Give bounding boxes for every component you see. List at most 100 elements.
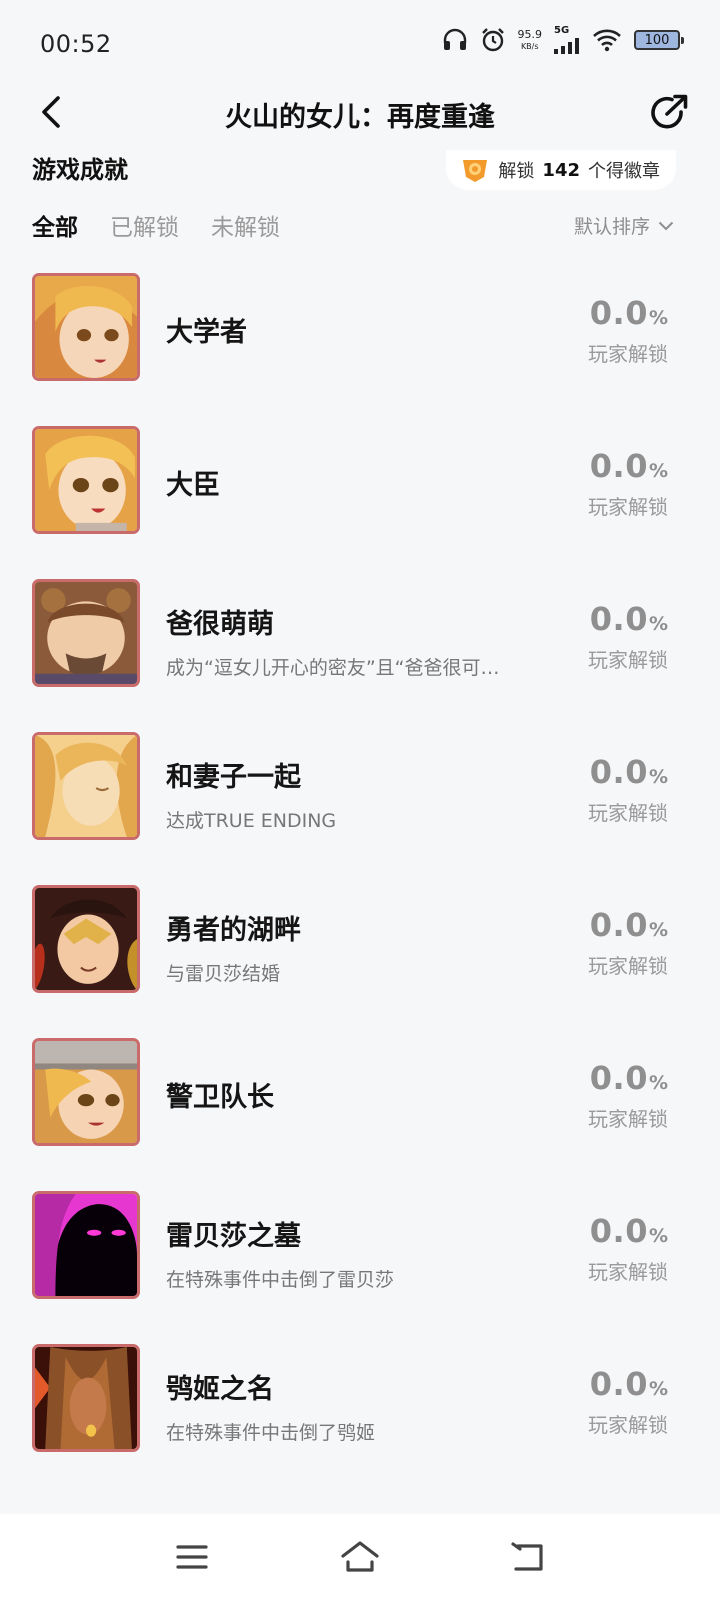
achievement-name: 勇者的湖畔 — [166, 915, 301, 946]
percent-sign: % — [648, 766, 668, 788]
achievement-desc: 与雷贝莎结婚 — [166, 963, 281, 985]
achievement-text: 雷贝莎之墓 在特殊事件中击倒了雷贝莎 — [166, 1214, 545, 1292]
badge-suffix: 个得徽章 — [588, 161, 660, 182]
section-title: 游戏成就 — [32, 156, 128, 184]
unlock-rate-value: 0.0 — [589, 1212, 648, 1250]
achievement-thumbnail — [32, 1038, 140, 1146]
achievement-name: 大臣 — [166, 470, 220, 501]
unlock-rate: 0.0% 玩家解锁 — [588, 294, 668, 367]
tab-unlocked[interactable]: 已解锁 — [110, 208, 179, 242]
achievement-text: 和妻子一起 达成TRUE ENDING — [166, 755, 545, 833]
achievement-list: 大学者 0.0% 玩家解锁 大臣 0.0% 玩家解锁 爸很萌萌 成为“逗女儿开心… — [0, 256, 720, 1480]
percent-sign: % — [648, 1225, 668, 1247]
unlock-rate-value: 0.0 — [589, 600, 648, 638]
achievement-thumbnail — [32, 273, 140, 381]
list-item[interactable]: 和妻子一起 达成TRUE ENDING 0.0% 玩家解锁 — [0, 715, 720, 868]
status-bar: 00:52 95.9 KB/s 5G 100 — [0, 0, 720, 80]
achievement-thumbnail — [32, 579, 140, 687]
page-title: 火山的女儿：再度重逢 — [225, 102, 495, 133]
badge-count: 142 — [542, 159, 580, 181]
achievement-text: 警卫队长 — [166, 1075, 545, 1114]
percent-sign: % — [648, 613, 668, 635]
percent-sign: % — [648, 1378, 668, 1400]
list-item[interactable]: 雷贝莎之墓 在特殊事件中击倒了雷贝莎 0.0% 玩家解锁 — [0, 1174, 720, 1327]
badge-summary[interactable]: 解锁 142 个得徽章 — [446, 150, 676, 190]
share-icon — [651, 94, 688, 129]
status-time: 00:52 — [40, 30, 112, 58]
nav-home-button[interactable] — [336, 1533, 384, 1581]
badge-prefix: 解锁 — [498, 161, 535, 182]
battery-level: 100 — [644, 32, 670, 48]
home-icon — [341, 1541, 379, 1572]
achievement-text: 大学者 — [166, 310, 545, 349]
net-speed: 95.9 KB/s — [518, 29, 543, 51]
achievement-thumbnail — [32, 1191, 140, 1299]
cellular-signal: 5G — [554, 26, 580, 54]
list-item[interactable]: 爸很萌萌 成为“逗女儿开心的密友”且“爸爸很可… 0.0% 玩家解锁 — [0, 562, 720, 715]
unlock-rate-value: 0.0 — [589, 447, 648, 485]
unlock-rate-label: 玩家解锁 — [588, 801, 668, 825]
achievement-name: 警卫队长 — [166, 1082, 274, 1113]
sort-dropdown[interactable]: 默认排序 — [574, 212, 674, 239]
unlock-rate: 0.0% 玩家解锁 — [588, 447, 668, 520]
alarm-icon — [480, 27, 506, 53]
list-item[interactable]: 勇者的湖畔 与雷贝莎结婚 0.0% 玩家解锁 — [0, 868, 720, 1021]
badge-icon — [463, 160, 488, 182]
achievement-text: 大臣 — [166, 463, 545, 502]
top-bar: 火山的女儿：再度重逢 — [0, 80, 720, 150]
tab-all[interactable]: 全部 — [32, 208, 78, 242]
unlock-rate-label: 玩家解锁 — [588, 1413, 668, 1437]
achievement-name: 爸很萌萌 — [166, 609, 274, 640]
chevron-down-icon — [658, 221, 674, 230]
unlock-rate-label: 玩家解锁 — [588, 342, 668, 366]
net-speed-unit: KB/s — [520, 42, 539, 51]
achievement-text: 爸很萌萌 成为“逗女儿开心的密友”且“爸爸很可… — [166, 602, 545, 680]
achievement-desc: 成为“逗女儿开心的密友”且“爸爸很可… — [166, 657, 500, 679]
share-button[interactable] — [646, 90, 692, 136]
unlock-rate-label: 玩家解锁 — [588, 495, 668, 519]
achievement-desc: 在特殊事件中击倒了雷贝莎 — [166, 1269, 395, 1291]
achievement-text: 鸮姬之名 在特殊事件中击倒了鸮姬 — [166, 1367, 545, 1445]
net-speed-value: 95.9 — [517, 28, 543, 41]
achievement-desc: 在特殊事件中击倒了鸮姬 — [166, 1422, 376, 1444]
unlock-rate-label: 玩家解锁 — [588, 954, 668, 978]
system-nav-bar — [0, 1514, 720, 1600]
nav-menu-button[interactable] — [168, 1533, 216, 1581]
list-item[interactable]: 警卫队长 0.0% 玩家解锁 — [0, 1021, 720, 1174]
unlock-rate: 0.0% 玩家解锁 — [588, 1212, 668, 1285]
percent-sign: % — [648, 1072, 668, 1094]
tab-locked[interactable]: 未解锁 — [211, 208, 280, 242]
unlock-rate-label: 玩家解锁 — [588, 1260, 668, 1284]
network-type: 5G — [554, 25, 570, 36]
menu-icon — [176, 1545, 208, 1569]
unlock-rate-value: 0.0 — [589, 753, 648, 791]
achievement-text: 勇者的湖畔 与雷贝莎结婚 — [166, 908, 545, 986]
unlock-rate-label: 玩家解锁 — [588, 648, 668, 672]
status-icons: 95.9 KB/s 5G 100 — [442, 26, 684, 54]
nav-back-button[interactable] — [504, 1533, 552, 1581]
unlock-rate-value: 0.0 — [589, 906, 648, 944]
achievement-name: 和妻子一起 — [166, 762, 301, 793]
list-item[interactable]: 大臣 0.0% 玩家解锁 — [0, 409, 720, 562]
unlock-rate-label: 玩家解锁 — [588, 1107, 668, 1131]
unlock-rate: 0.0% 玩家解锁 — [588, 1365, 668, 1438]
achievement-thumbnail — [32, 426, 140, 534]
list-item[interactable]: 大学者 0.0% 玩家解锁 — [0, 256, 720, 409]
percent-sign: % — [648, 919, 668, 941]
percent-sign: % — [648, 460, 668, 482]
unlock-rate: 0.0% 玩家解锁 — [588, 600, 668, 673]
achievement-name: 鸮姬之名 — [166, 1374, 274, 1405]
percent-sign: % — [648, 307, 668, 329]
unlock-rate: 0.0% 玩家解锁 — [588, 906, 668, 979]
achievement-thumbnail — [32, 1344, 140, 1452]
achievement-desc: 达成TRUE ENDING — [166, 810, 337, 832]
wifi-icon — [592, 28, 622, 52]
achievements-page: 00:52 95.9 KB/s 5G 100 火山的女儿：再度重逢 游戏成就 解… — [0, 0, 720, 1600]
unlock-rate-value: 0.0 — [589, 1059, 648, 1097]
filter-tabs: 全部 已解锁 未解锁 — [32, 208, 280, 242]
achievement-name: 雷贝莎之墓 — [166, 1221, 301, 1252]
list-item[interactable]: 鸮姬之名 在特殊事件中击倒了鸮姬 0.0% 玩家解锁 — [0, 1327, 720, 1480]
battery-icon: 100 — [634, 30, 684, 50]
signal-bars-icon — [554, 38, 579, 54]
unlock-rate: 0.0% 玩家解锁 — [588, 1059, 668, 1132]
